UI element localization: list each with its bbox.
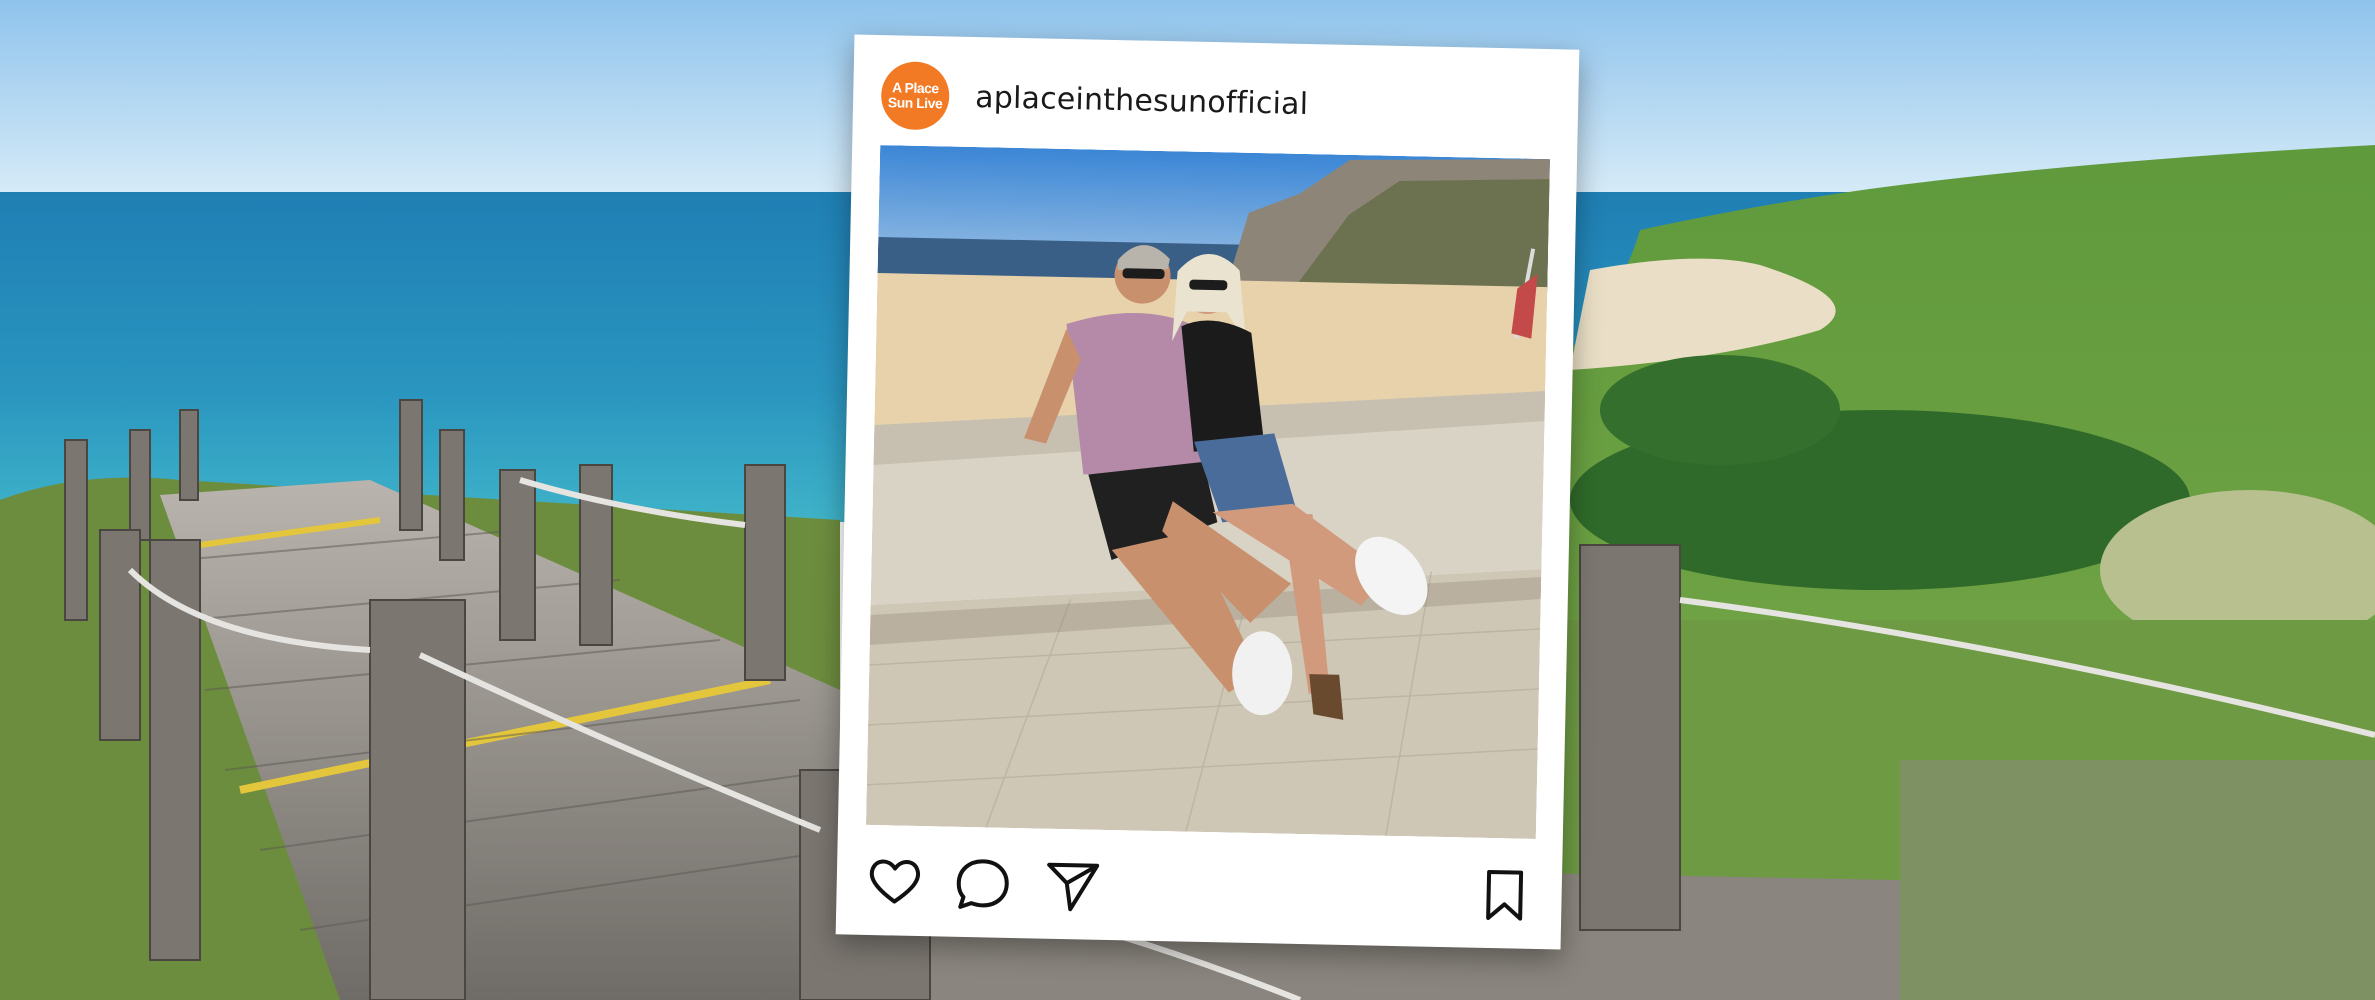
profile-avatar[interactable]: A Place Sun Live — [880, 61, 950, 131]
instagram-post-card: A Place Sun Live aplaceinthesunofficial — [835, 34, 1580, 950]
post-photo-couple-on-beach-wall — [865, 145, 1551, 839]
avatar-logo-text-line2: Sun Live — [887, 94, 943, 112]
paper-plane-icon[interactable] — [1042, 855, 1103, 916]
scene: A Place Sun Live aplaceinthesunofficial — [0, 0, 2375, 1000]
post-username[interactable]: aplaceinthesunofficial — [975, 80, 1309, 122]
post-header: A Place Sun Live aplaceinthesunofficial — [880, 57, 1309, 142]
post-actions-bar — [864, 845, 1535, 929]
bookmark-icon[interactable] — [1474, 864, 1535, 925]
heart-icon[interactable] — [864, 851, 925, 912]
post-photo-illustration — [865, 145, 1551, 839]
comment-bubble-icon[interactable] — [952, 853, 1013, 914]
